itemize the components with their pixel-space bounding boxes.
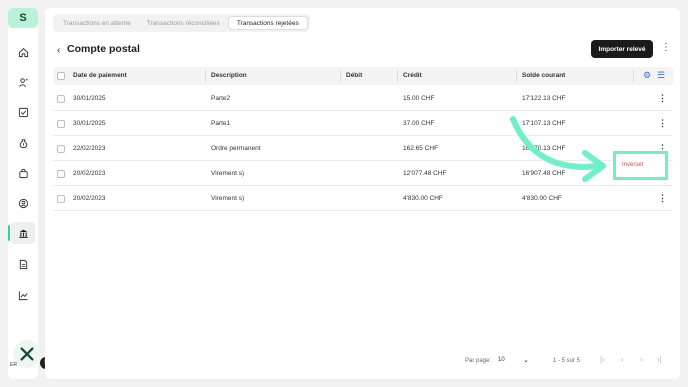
shopping-bag-icon[interactable] bbox=[15, 165, 31, 181]
page-title: Compte postal bbox=[67, 43, 140, 55]
annotation-arrow-icon bbox=[510, 116, 606, 182]
row-checkbox[interactable] bbox=[57, 120, 65, 128]
gear-icon[interactable]: ⚙ bbox=[643, 70, 651, 81]
cell-date: 20/02/2023 bbox=[73, 170, 106, 177]
document-icon[interactable] bbox=[15, 256, 31, 272]
column-divider bbox=[397, 70, 398, 82]
row-menu-icon[interactable]: ⋮ bbox=[658, 193, 667, 204]
logo[interactable]: S bbox=[8, 8, 38, 28]
row-menu-icon[interactable]: ⋮ bbox=[658, 93, 667, 104]
back-chevron-icon[interactable]: ‹ bbox=[57, 45, 60, 56]
tab-rejected[interactable]: Transactions rejetées bbox=[227, 16, 308, 30]
tab-pending[interactable]: Transactions en attente bbox=[55, 16, 139, 30]
sidebar: S bbox=[8, 8, 38, 379]
cell-balance: 17'122.13 CHF bbox=[522, 95, 566, 102]
row-checkbox[interactable] bbox=[57, 145, 65, 153]
main-panel: Transactions en attente Transactions réc… bbox=[45, 8, 680, 379]
tab-bar: Transactions en attente Transactions réc… bbox=[53, 14, 310, 32]
row-checkbox[interactable] bbox=[57, 95, 65, 103]
column-divider bbox=[340, 70, 341, 82]
row-menu-icon[interactable]: ⋮ bbox=[658, 118, 667, 129]
per-page-label: Par page: bbox=[465, 358, 492, 364]
first-page-icon[interactable]: |‹ bbox=[600, 355, 605, 364]
users-icon[interactable] bbox=[15, 74, 31, 90]
cell-description: Virement s) bbox=[211, 170, 245, 177]
checkbox-icon[interactable] bbox=[15, 104, 31, 120]
prev-page-icon[interactable]: ‹ bbox=[621, 355, 624, 364]
more-options-icon[interactable]: ⋮ bbox=[661, 42, 671, 53]
bank-icon[interactable] bbox=[8, 222, 35, 244]
column-divider bbox=[205, 70, 206, 82]
cell-description: Virement s) bbox=[211, 195, 245, 202]
context-menu: Inverser bbox=[613, 151, 668, 180]
column-header-credit: Crédit bbox=[403, 72, 422, 79]
cell-date: 20/02/2023 bbox=[73, 195, 106, 202]
cell-date: 30/01/2025 bbox=[73, 120, 106, 127]
chart-line-icon[interactable] bbox=[15, 287, 31, 303]
cell-date: 22/02/2023 bbox=[73, 145, 106, 152]
chevron-down-icon[interactable]: ⌄ bbox=[523, 356, 529, 364]
import-statement-button[interactable]: Importer relevé bbox=[591, 40, 653, 58]
money-bag-icon[interactable] bbox=[15, 135, 31, 151]
next-page-icon[interactable]: › bbox=[640, 355, 643, 364]
tab-reconciled[interactable]: Transactions réconciliées bbox=[139, 16, 228, 30]
column-header-date: Date de paiement bbox=[73, 72, 127, 79]
cell-description: Parte2 bbox=[211, 95, 231, 102]
cell-date: 30/01/2025 bbox=[73, 95, 106, 102]
avatar[interactable] bbox=[13, 340, 41, 368]
filter-icon[interactable]: ☰ bbox=[657, 70, 665, 81]
column-header-balance: Solde courant bbox=[522, 72, 566, 79]
table-row[interactable]: 30/01/2025 Parte2 15.00 CHF 17'122.13 CH… bbox=[53, 87, 673, 111]
column-divider bbox=[516, 70, 517, 82]
avatar-initials: ER bbox=[10, 362, 17, 368]
table-row[interactable]: 20/02/2023 Virement s) 4'830.00 CHF 4'83… bbox=[53, 187, 673, 211]
select-all-checkbox[interactable] bbox=[57, 72, 65, 80]
cell-description: Parte1 bbox=[211, 120, 231, 127]
row-checkbox[interactable] bbox=[57, 170, 65, 178]
cell-balance: 4'830.00 CHF bbox=[522, 195, 562, 202]
cell-description: Ordre permanent bbox=[211, 145, 261, 152]
cell-credit: 37.00 CHF bbox=[403, 120, 435, 127]
cell-credit: 12'077.48 CHF bbox=[403, 170, 447, 177]
column-header-debit: Débit bbox=[346, 72, 363, 79]
cell-credit: 15.00 CHF bbox=[403, 95, 435, 102]
cell-credit: 4'830.00 CHF bbox=[403, 195, 443, 202]
revert-menu-item[interactable]: Inverser bbox=[622, 162, 644, 168]
column-header-description: Description bbox=[211, 72, 247, 79]
per-page-select[interactable]: 10 bbox=[498, 357, 505, 363]
user-circle-icon[interactable] bbox=[15, 195, 31, 211]
home-icon[interactable] bbox=[15, 44, 31, 60]
cell-credit: 162.65 CHF bbox=[403, 145, 439, 152]
pagination-range: 1 - 5 sur 5 bbox=[553, 358, 581, 364]
table-header: Date de paiement Description Débit Crédi… bbox=[53, 67, 673, 85]
last-page-icon[interactable]: ›| bbox=[657, 355, 662, 364]
row-checkbox[interactable] bbox=[57, 195, 65, 203]
column-divider bbox=[633, 70, 634, 82]
